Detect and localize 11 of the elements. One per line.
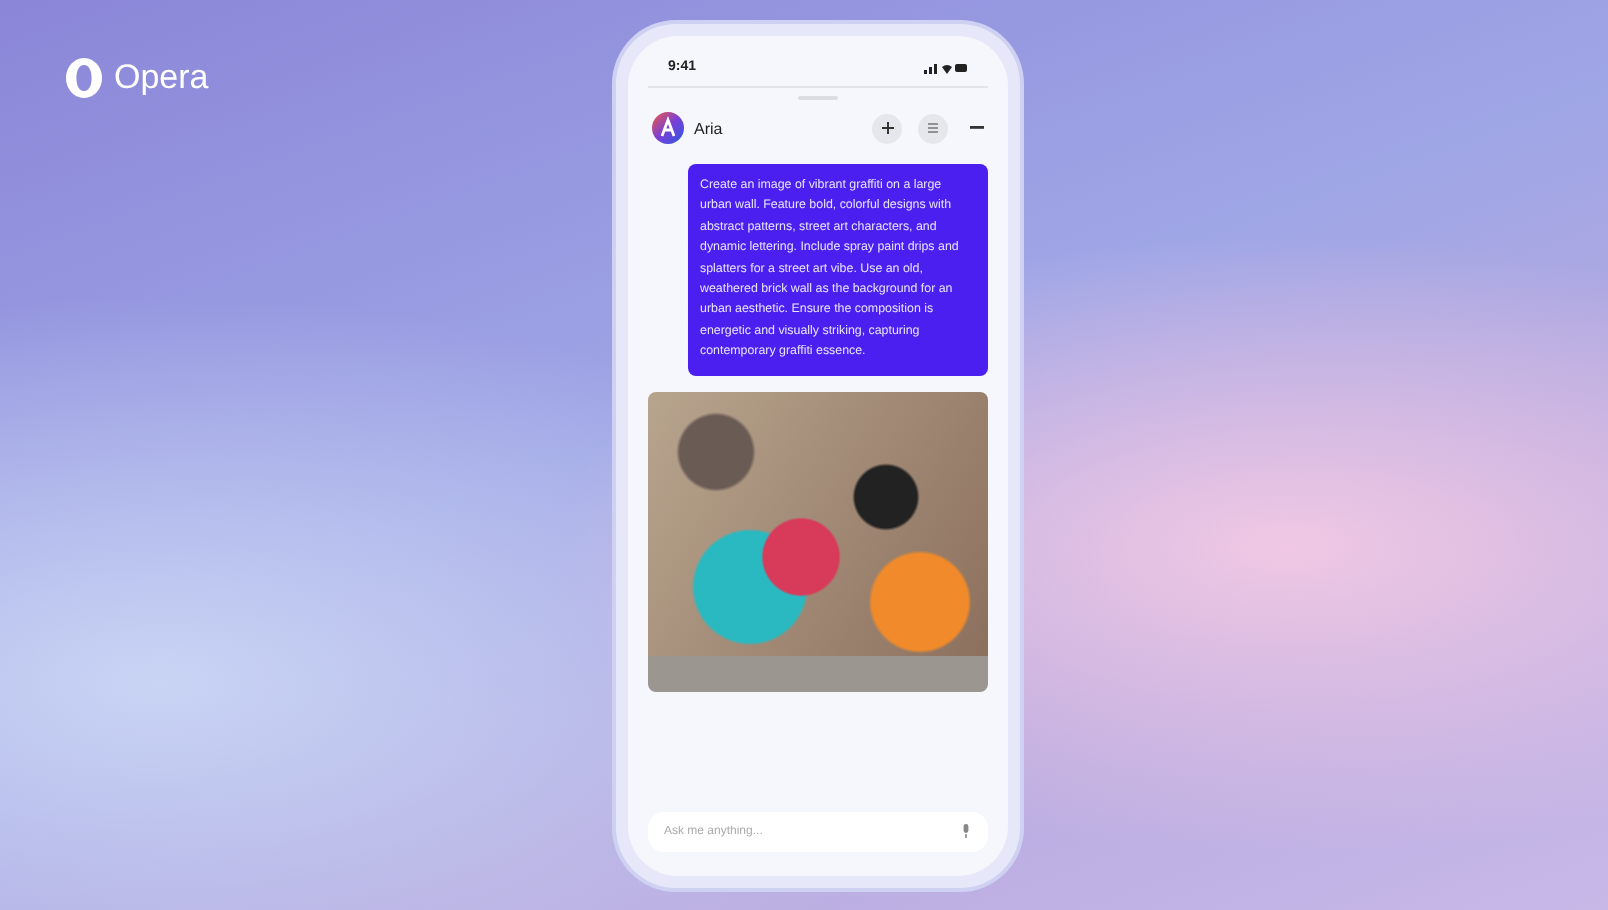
plus-icon (881, 122, 893, 134)
assistant-name: Aria (694, 119, 723, 137)
list-icon (928, 122, 938, 134)
avatar-icon (652, 112, 684, 144)
status-icons (924, 61, 968, 73)
minus-icon[interactable] (970, 126, 984, 130)
list-button[interactable] (918, 113, 948, 143)
logo-icon (64, 56, 104, 100)
add-button[interactable] (872, 113, 902, 143)
brand-name: Opera (114, 58, 209, 98)
microphone-icon[interactable] (962, 824, 970, 838)
